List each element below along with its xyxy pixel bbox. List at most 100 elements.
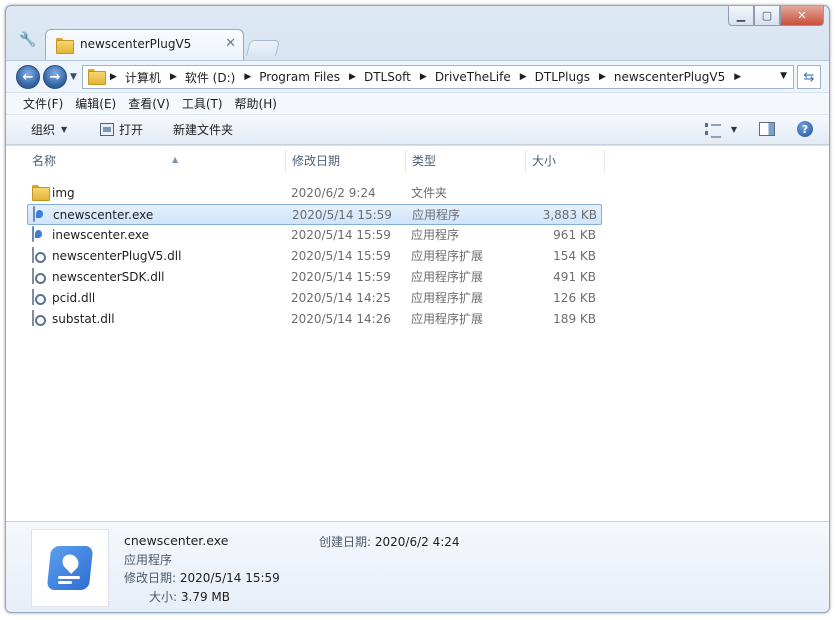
file-row[interactable]: substat.dll 2020/5/14 14:26 应用程序扩展 189 K…	[27, 309, 602, 330]
file-size: 154 KB	[553, 249, 596, 263]
app-icon	[32, 226, 34, 242]
refresh-icon: ⇆	[803, 69, 815, 85]
column-header-size[interactable]: 大小	[526, 146, 605, 176]
file-size: 491 KB	[553, 270, 596, 284]
chevron-right-icon[interactable]: ▶	[170, 72, 177, 82]
file-type: 应用程序扩展	[411, 291, 484, 305]
file-list[interactable]: 名称 ▲ 修改日期 类型 大小 img 2020/6/2 9:24 文件夹 cn…	[6, 146, 829, 521]
dll-icon	[32, 310, 34, 326]
icon-line	[58, 581, 72, 584]
dll-icon	[32, 247, 34, 263]
file-date: 2020/5/14 15:59	[291, 228, 391, 242]
file-size: 3,883 KB	[542, 208, 597, 222]
window-caption-buttons: ▁ ▢ ✕	[728, 6, 824, 26]
file-name: inewscenter.exe	[52, 228, 149, 242]
preview-pane-icon[interactable]	[759, 122, 775, 136]
file-date: 2020/5/14 14:26	[291, 312, 391, 326]
chevron-right-icon[interactable]: ▶	[349, 72, 356, 82]
menu-file[interactable]: 文件(F)	[23, 95, 63, 112]
menu-edit[interactable]: 编辑(E)	[75, 95, 116, 112]
new-folder-button[interactable]: 新建文件夹	[173, 121, 233, 138]
organize-label: 组织	[31, 123, 56, 137]
details-file-name: cnewscenter.exe	[124, 533, 229, 548]
open-button[interactable]: 打开	[100, 121, 143, 138]
change-view-icon[interactable]	[704, 123, 721, 138]
file-type: 应用程序	[412, 208, 461, 222]
menu-tools[interactable]: 工具(T)	[182, 95, 223, 112]
wrench-icon[interactable]: 🔧	[19, 32, 37, 50]
chevron-right-icon[interactable]: ▶	[110, 72, 117, 82]
column-header-name[interactable]: 名称 ▲	[26, 146, 286, 176]
column-headers: 名称 ▲ 修改日期 类型 大小	[6, 146, 829, 176]
chevron-right-icon[interactable]: ▶	[244, 72, 251, 82]
organize-button[interactable]: 组织 ▼	[31, 121, 67, 138]
breadcrumb-item[interactable]: DriveTheLife	[435, 70, 511, 84]
breadcrumb-item[interactable]: DTLSoft	[364, 70, 411, 84]
details-file-type: 应用程序	[124, 553, 173, 567]
breadcrumb-item[interactable]: Program Files	[259, 70, 340, 84]
file-name: pcid.dll	[52, 291, 96, 305]
details-created: 创建日期: 2020/6/2 4:24	[319, 533, 460, 550]
file-type: 应用程序扩展	[411, 312, 484, 326]
chevron-right-icon[interactable]: ▶	[734, 72, 741, 82]
chevron-right-icon[interactable]: ▶	[599, 72, 606, 82]
column-header-date[interactable]: 修改日期	[286, 146, 406, 176]
file-row[interactable]: newscenterPlugV5.dll 2020/5/14 15:59 应用程…	[27, 246, 602, 267]
file-date: 2020/5/14 14:25	[291, 291, 391, 305]
tab-active[interactable]: newscenterPlugV5 ✕	[45, 29, 244, 60]
file-size: 189 KB	[553, 312, 596, 326]
file-row[interactable]: img 2020/6/2 9:24 文件夹	[27, 183, 602, 204]
file-type: 文件夹	[411, 186, 448, 200]
file-thumbnail	[31, 529, 109, 607]
refresh-button[interactable]: ⇆	[797, 65, 821, 89]
details-created-label: 创建日期:	[319, 535, 372, 549]
file-type: 应用程序扩展	[411, 249, 484, 263]
close-button[interactable]: ✕	[780, 6, 824, 26]
file-name: substat.dll	[52, 312, 115, 326]
details-size-label: 大小:	[149, 590, 178, 604]
breadcrumb-item[interactable]: 软件 (D:)	[185, 69, 235, 86]
file-row[interactable]: pcid.dll 2020/5/14 14:25 应用程序扩展 126 KB	[27, 288, 602, 309]
folder-icon	[56, 38, 74, 54]
chevron-right-icon[interactable]: ▶	[520, 72, 527, 82]
breadcrumb-item[interactable]: 计算机	[125, 69, 161, 86]
file-type: 应用程序	[411, 228, 460, 242]
tab-close-icon[interactable]: ✕	[225, 36, 236, 51]
details-pane: cnewscenter.exe 应用程序 修改日期: 2020/5/14 15:…	[6, 521, 829, 612]
folder-icon	[88, 69, 106, 85]
breadcrumb-item[interactable]: DTLPlugs	[535, 70, 590, 84]
help-icon[interactable]: ?	[797, 121, 813, 137]
details-modified: 修改日期: 2020/5/14 15:59	[124, 569, 280, 586]
new-tab-button[interactable]	[246, 40, 280, 56]
sort-ascending-icon: ▲	[172, 155, 179, 164]
file-row[interactable]: newscenterSDK.dll 2020/5/14 15:59 应用程序扩展…	[27, 267, 602, 288]
file-row[interactable]: inewscenter.exe 2020/5/14 15:59 应用程序 961…	[27, 225, 602, 246]
dll-icon	[32, 268, 34, 284]
address-history-dropdown[interactable]: ▼	[780, 71, 787, 81]
maximize-button[interactable]: ▢	[754, 6, 780, 26]
menu-view[interactable]: 查看(V)	[128, 95, 170, 112]
details-created-value: 2020/6/2 4:24	[374, 535, 460, 549]
chevron-right-icon[interactable]: ▶	[420, 72, 427, 82]
file-size	[517, 183, 596, 204]
file-date: 2020/6/2 9:24	[291, 186, 376, 200]
column-header-date-label: 修改日期	[292, 154, 341, 168]
column-header-name-label: 名称	[32, 154, 57, 168]
menu-help[interactable]: 帮助(H)	[235, 95, 277, 112]
minimize-button[interactable]: ▁	[728, 6, 754, 26]
icon-line	[58, 576, 80, 579]
column-header-type[interactable]: 类型	[406, 146, 526, 176]
explorer-window: 🔧 newscenterPlugV5 ✕ ▁ ▢ ✕ ← → ▼ ▶ 计算机 ▶…	[5, 5, 830, 613]
chevron-down-icon: ▼	[61, 125, 68, 134]
recent-pages-dropdown[interactable]: ▼	[70, 72, 77, 82]
file-date: 2020/5/14 15:59	[291, 249, 391, 263]
breadcrumb-item[interactable]: newscenterPlugV5	[614, 70, 725, 84]
forward-button[interactable]: →	[43, 65, 67, 89]
menu-bar: 文件(F) 编辑(E) 查看(V) 工具(T) 帮助(H)	[6, 93, 829, 115]
open-icon	[100, 123, 114, 136]
dll-icon	[32, 289, 34, 305]
address-bar[interactable]: ▶ 计算机 ▶ 软件 (D:) ▶ Program Files ▶ DTLSof…	[82, 65, 794, 89]
chevron-down-icon[interactable]: ▼	[731, 125, 737, 134]
file-row-selected[interactable]: cnewscenter.exe 2020/5/14 15:59 应用程序 3,8…	[27, 204, 602, 225]
back-button[interactable]: ←	[16, 65, 40, 89]
